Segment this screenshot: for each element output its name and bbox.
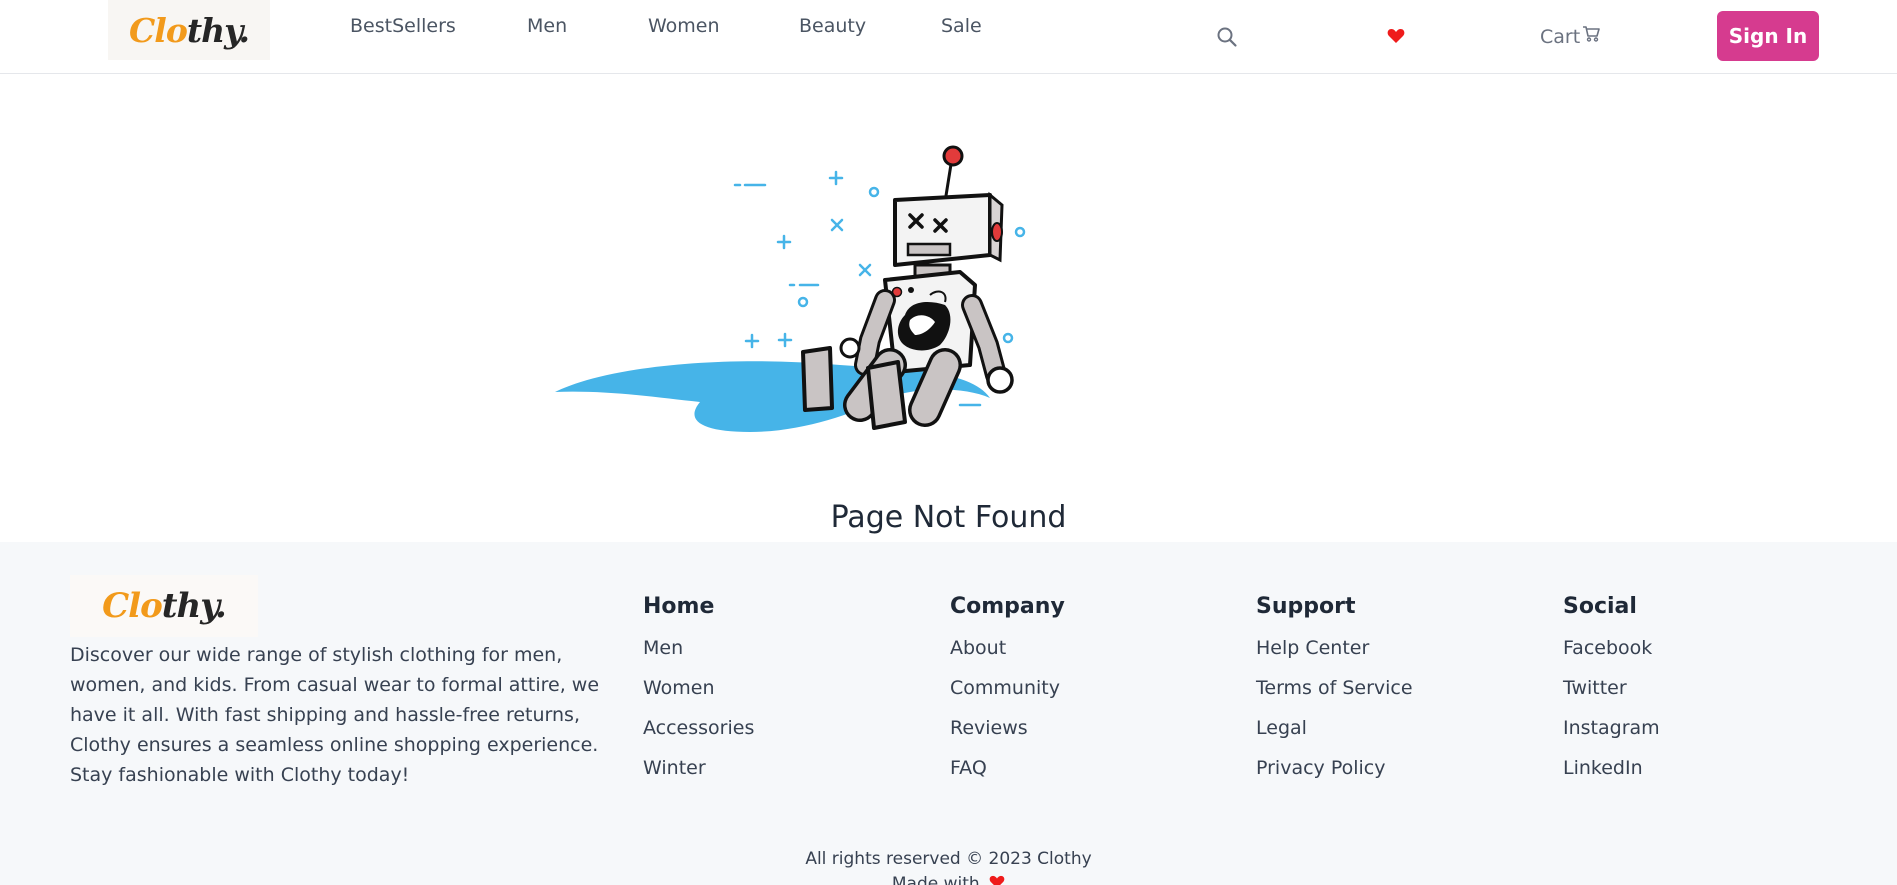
cart-label: Cart [1540,25,1581,48]
footer-column-title: Support [1256,594,1356,619]
search-icon[interactable] [1214,24,1240,50]
footer-column-social: Social Facebook Twitter Instagram Linked… [1563,594,1660,795]
footer-link-community[interactable]: Community [950,675,1065,701]
footer-link-terms[interactable]: Terms of Service [1256,675,1413,701]
footer-column-title: Social [1563,594,1637,619]
footer-link-faq[interactable]: FAQ [950,755,1065,781]
made-with-line: Made with [0,874,1897,885]
footer-link-facebook[interactable]: Facebook [1563,635,1660,661]
nav-men[interactable]: Men [527,15,567,37]
sign-in-button[interactable]: Sign In [1717,11,1819,61]
page-not-found-heading: Page Not Found [830,500,1067,535]
heart-icon [989,874,1005,885]
footer-link-privacy[interactable]: Privacy Policy [1256,755,1413,781]
footer-link-help-center[interactable]: Help Center [1256,635,1413,661]
nav-women[interactable]: Women [648,15,720,37]
footer-link-winter[interactable]: Winter [643,755,754,781]
footer-link-accessories[interactable]: Accessories [643,715,754,741]
copyright-text: All rights reserved © 2023 Clothy [805,849,1092,869]
footer-column-company: Company About Community Reviews FAQ [950,594,1065,795]
footer-link-instagram[interactable]: Instagram [1563,715,1660,741]
footer-logo-text: Clothy. [102,586,227,626]
footer-description: Discover our wide range of stylish cloth… [70,644,600,786]
footer-link-linkedin[interactable]: LinkedIn [1563,755,1660,781]
nav-sale[interactable]: Sale [941,15,982,37]
cart-icon [1582,25,1600,48]
site-header: Clothy. BestSellers Men Women Beauty Sal… [0,0,1897,74]
footer-link-women[interactable]: Women [643,675,754,701]
nav-bestsellers[interactable]: BestSellers [350,15,456,37]
site-footer: Clothy. Discover our wide range of styli… [0,542,1897,885]
footer-link-twitter[interactable]: Twitter [1563,675,1660,701]
brand-logo-text: Clothy. [129,10,250,50]
footer-link-men[interactable]: Men [643,635,754,661]
broken-robot-illustration [550,140,1070,440]
heart-icon[interactable] [1384,24,1408,48]
footer-column-support: Support Help Center Terms of Service Leg… [1256,594,1413,795]
footer-column-title: Company [950,594,1065,619]
made-with-text: Made with [891,874,980,885]
footer-brand-logo[interactable]: Clothy. [70,575,258,637]
brand-logo[interactable]: Clothy. [108,0,270,60]
nav-beauty[interactable]: Beauty [799,15,866,37]
footer-column-title: Home [643,594,715,619]
footer-column-home: Home Men Women Accessories Winter [643,594,754,795]
cart-link[interactable]: Cart [1540,25,1600,48]
footer-link-about[interactable]: About [950,635,1065,661]
footer-link-legal[interactable]: Legal [1256,715,1413,741]
footer-link-reviews[interactable]: Reviews [950,715,1065,741]
